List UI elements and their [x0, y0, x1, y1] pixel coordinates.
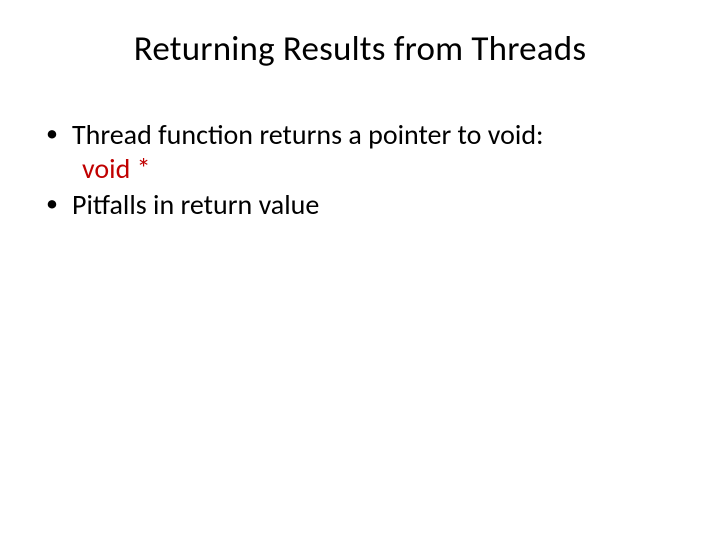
- slide: Returning Results from Threads Thread fu…: [0, 0, 720, 540]
- bullet-text: Pitfalls in return value: [72, 187, 319, 222]
- bullet-text: Thread function returns a pointer to voi…: [72, 117, 544, 152]
- bullet-list: Thread function returns a pointer to voi…: [40, 118, 680, 222]
- slide-title: Returning Results from Threads: [0, 0, 720, 70]
- code-span: void *: [72, 151, 151, 186]
- bullet-item: Pitfalls in return value: [40, 188, 680, 222]
- bullet-item: Thread function returns a pointer to voi…: [40, 118, 680, 186]
- slide-body: Thread function returns a pointer to voi…: [0, 70, 720, 222]
